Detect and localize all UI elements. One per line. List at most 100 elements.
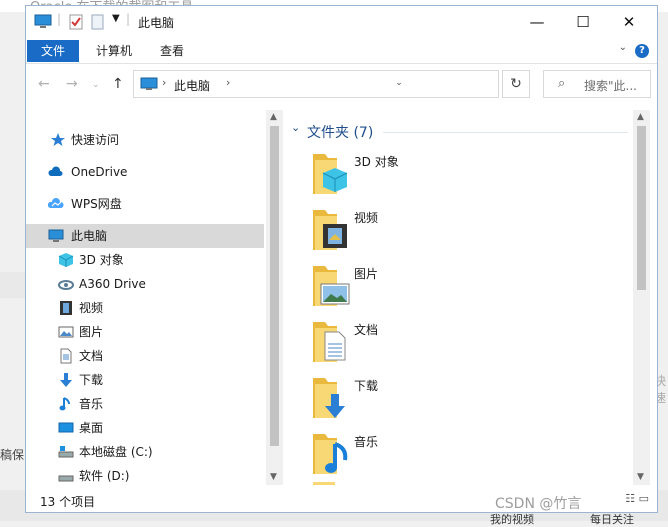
window-title: 此电脑 bbox=[138, 16, 175, 30]
folder-music[interactable]: 音乐 bbox=[311, 430, 631, 480]
sidebar-label: 音乐 bbox=[79, 397, 104, 411]
content-scroll-thumb[interactable] bbox=[637, 126, 646, 290]
address-bar[interactable]: › 此电脑 › bbox=[133, 70, 499, 98]
cube-folder-icon bbox=[313, 154, 348, 194]
folder-label: 3D 对象 bbox=[354, 155, 399, 169]
sidebar-item-pictures[interactable]: 图片 bbox=[26, 320, 264, 344]
refresh-button[interactable]: ↻ bbox=[502, 70, 530, 98]
scroll-up-icon[interactable]: ▲ bbox=[637, 112, 644, 122]
disk-d-icon bbox=[58, 475, 74, 482]
background-left-text: 稿保 bbox=[0, 448, 25, 462]
wps-cloud-icon bbox=[48, 198, 64, 208]
computer-icon[interactable] bbox=[34, 14, 52, 30]
sidebar-item-wps-cloud[interactable]: WPS网盘 bbox=[26, 192, 264, 216]
video-icon bbox=[60, 301, 72, 315]
folder-label: 下载 bbox=[354, 379, 379, 393]
sidebar-item-disk-c[interactable]: 本地磁盘 (C:) bbox=[26, 440, 264, 464]
sidebar-item-3d-objects[interactable]: 3D 对象 bbox=[26, 248, 264, 272]
music-icon bbox=[59, 397, 70, 411]
sidebar-label: 桌面 bbox=[79, 421, 104, 435]
bg-daily-follow-button[interactable]: 每日关注 bbox=[590, 511, 634, 527]
expand-ribbon-icon[interactable]: ⌄ bbox=[619, 42, 627, 53]
folder-label: 音乐 bbox=[354, 435, 379, 449]
document-icon bbox=[60, 348, 72, 364]
help-icon[interactable]: ? bbox=[635, 44, 649, 58]
folder-documents[interactable]: 文档 bbox=[311, 318, 631, 368]
maximize-button[interactable]: ☐ bbox=[560, 6, 606, 38]
address-dropdown-icon[interactable]: ⌄ bbox=[392, 70, 406, 98]
folder-pictures[interactable]: 图片 bbox=[311, 262, 631, 312]
tab-view[interactable]: 查看 bbox=[148, 40, 196, 62]
new-folder-icon[interactable] bbox=[90, 14, 106, 30]
sidebar-scrollbar[interactable]: ▲ ▼ bbox=[266, 110, 283, 485]
sidebar-item-this-pc[interactable]: 此电脑 bbox=[26, 224, 264, 248]
sidebar-label: OneDrive bbox=[71, 165, 128, 179]
folder-3d-objects[interactable]: 3D 对象 bbox=[311, 150, 631, 200]
group-header-folders[interactable]: 文件夹 (7) bbox=[307, 122, 373, 142]
sidebar-scroll-thumb[interactable] bbox=[270, 126, 279, 446]
disk-c-icon bbox=[58, 446, 74, 458]
search-icon: ⌕ bbox=[558, 76, 566, 91]
content-pane: ⌄ 文件夹 (7) 3D 对象 视频 图片 文档 下载 音乐 bbox=[283, 110, 633, 485]
folder-videos[interactable]: 视频 bbox=[311, 206, 631, 256]
title-separator: | bbox=[57, 12, 62, 26]
search-box[interactable]: ⌕ 搜索"此... bbox=[543, 70, 651, 98]
collapse-chevron-icon[interactable]: ⌄ bbox=[291, 121, 300, 134]
download-icon bbox=[60, 373, 72, 387]
refresh-icon: ↻ bbox=[510, 76, 522, 92]
folder-label: 文档 bbox=[354, 323, 379, 337]
scroll-down-icon[interactable]: ▼ bbox=[637, 472, 644, 482]
scroll-up-icon[interactable]: ▲ bbox=[270, 112, 277, 122]
document-folder-icon bbox=[313, 322, 346, 362]
search-input[interactable]: 搜索"此... bbox=[584, 77, 637, 94]
download-folder-icon bbox=[313, 378, 345, 418]
folder-label: 视频 bbox=[354, 211, 379, 225]
sidebar-item-videos[interactable]: 视频 bbox=[26, 296, 264, 320]
item-count: 13 个项目 bbox=[40, 495, 96, 509]
content-scrollbar[interactable]: ▲ ▼ bbox=[633, 110, 650, 485]
recent-chevron-icon[interactable]: ⌄ bbox=[92, 80, 100, 90]
sidebar-label: 3D 对象 bbox=[79, 253, 124, 267]
a360-icon bbox=[58, 280, 74, 290]
sidebar-item-a360-drive[interactable]: A360 Drive bbox=[26, 272, 264, 296]
address-chevron-icon[interactable]: › bbox=[162, 76, 166, 89]
watermark: CSDN @竹言 bbox=[495, 496, 582, 512]
close-icon: ✕ bbox=[622, 13, 636, 31]
address-path[interactable]: 此电脑 bbox=[174, 77, 210, 94]
video-folder-icon bbox=[313, 210, 347, 250]
close-button[interactable]: ✕ bbox=[606, 6, 652, 38]
sidebar-item-onedrive[interactable]: OneDrive bbox=[26, 160, 264, 184]
sidebar-label: 快速访问 bbox=[71, 133, 120, 147]
music-folder-icon bbox=[313, 434, 348, 474]
title-separator-2: | bbox=[126, 12, 131, 26]
sidebar-label: 此电脑 bbox=[71, 229, 108, 243]
sidebar-label: WPS网盘 bbox=[71, 197, 122, 211]
sidebar-item-downloads[interactable]: 下载 bbox=[26, 368, 264, 392]
scroll-down-icon[interactable]: ▼ bbox=[270, 472, 277, 482]
tab-computer[interactable]: 计算机 bbox=[84, 40, 144, 62]
bg-my-video-button[interactable]: 我的视频 bbox=[490, 511, 534, 527]
sidebar-item-music[interactable]: 音乐 bbox=[26, 392, 264, 416]
up-arrow-icon[interactable]: ↑ bbox=[112, 76, 124, 92]
minimize-icon: — bbox=[529, 13, 545, 31]
sidebar-label: 视频 bbox=[79, 301, 104, 315]
properties-icon[interactable] bbox=[68, 14, 84, 30]
sidebar-label: 下载 bbox=[79, 373, 104, 387]
address-computer-icon bbox=[140, 77, 158, 90]
group-divider bbox=[383, 132, 628, 133]
sidebar-item-documents[interactable]: 文档 bbox=[26, 344, 264, 368]
sidebar-item-disk-d[interactable]: 软件 (D:) bbox=[26, 464, 264, 485]
tab-file[interactable]: 文件 bbox=[27, 40, 80, 62]
sidebar-item-quick-access[interactable]: 快速访问 bbox=[26, 128, 264, 152]
view-mode-icon[interactable]: ☷ ▭ bbox=[625, 492, 649, 505]
star-icon bbox=[51, 133, 65, 146]
quick-access-dropdown-icon[interactable]: ▼ bbox=[112, 13, 120, 24]
back-arrow-icon[interactable]: ← bbox=[38, 76, 50, 92]
forward-arrow-icon[interactable]: → bbox=[66, 76, 78, 92]
folder-downloads[interactable]: 下载 bbox=[311, 374, 631, 424]
sidebar-item-desktop[interactable]: 桌面 bbox=[26, 416, 264, 440]
title-bar: | ▼ | 此电脑 — ☐ ✕ bbox=[26, 6, 657, 38]
maximize-icon: ☐ bbox=[576, 13, 590, 31]
minimize-button[interactable]: — bbox=[514, 6, 560, 38]
address-chevron-icon-2[interactable]: › bbox=[226, 76, 230, 89]
